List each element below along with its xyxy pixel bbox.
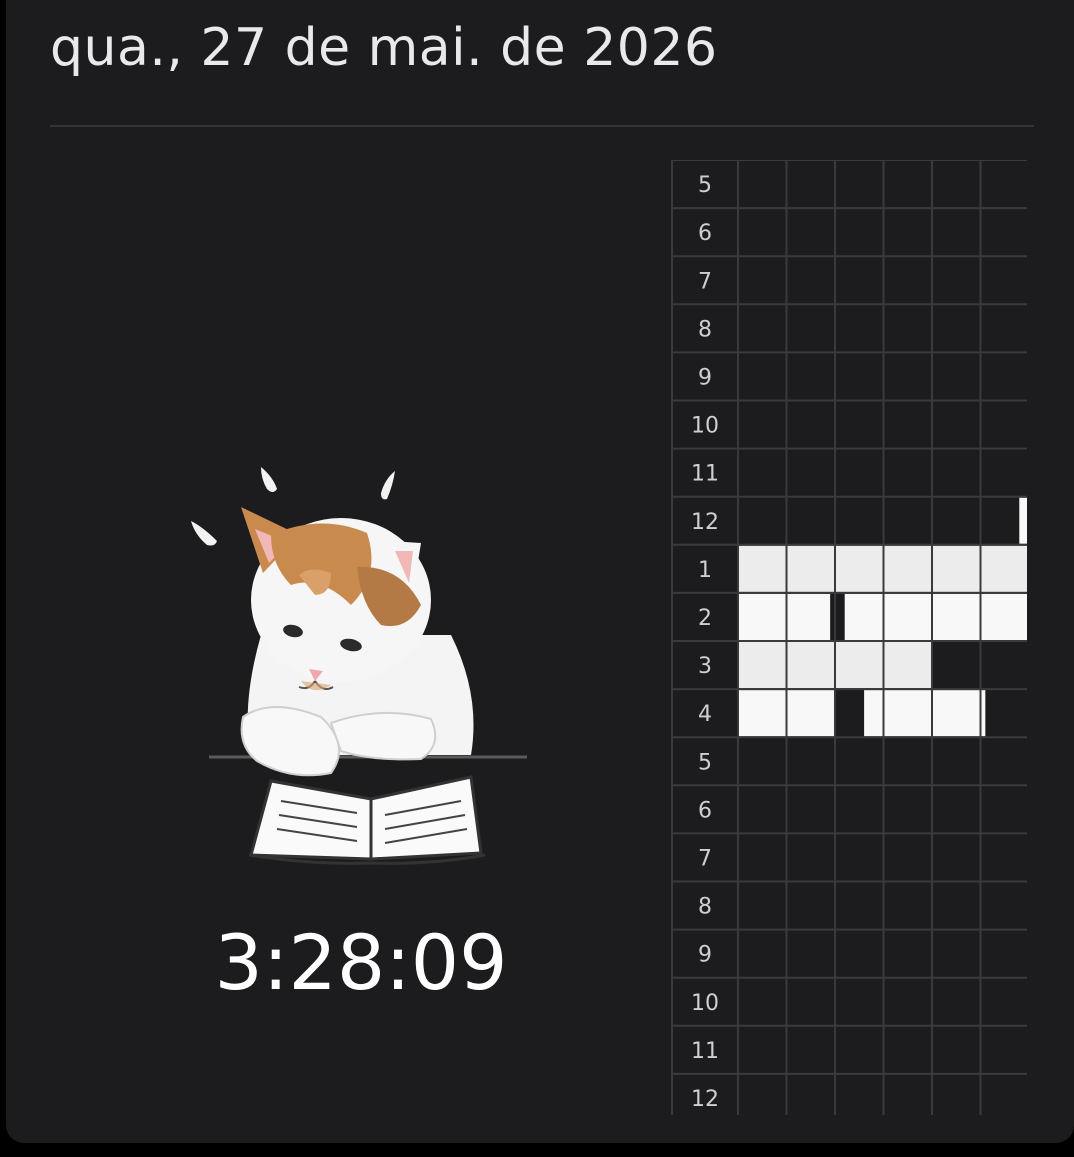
hour-label: 10: [691, 991, 719, 1016]
hour-label: 11: [691, 1039, 719, 1064]
date-title: qua., 27 de mai. de 2026: [50, 18, 718, 78]
hour-label: 9: [698, 365, 712, 390]
hour-label: 8: [698, 317, 712, 342]
elapsed-timer: 3:28:09: [214, 918, 508, 1007]
hour-label: 6: [698, 798, 712, 823]
hour-label: 9: [698, 943, 712, 968]
hour-label: 2: [698, 606, 712, 631]
hour-grid: 5 6 7 8 9 10 11 12 1 2 3 4 5 6 7 8 9 10 11 12: [670, 160, 1027, 1115]
hour-label: 7: [698, 846, 712, 871]
hour-label: 3: [698, 654, 712, 679]
active-block: [864, 690, 986, 737]
cat-reading-book-icon: [181, 455, 531, 870]
hour-label: 12: [691, 510, 719, 535]
hour-grid-svg: 56789101112123456789101112: [671, 160, 1027, 1115]
active-block: [1019, 497, 1027, 544]
hour-label: 6: [698, 221, 712, 246]
hour-label: 12: [691, 1087, 719, 1112]
hour-label: 1: [698, 558, 712, 583]
hour-label: 5: [698, 750, 712, 775]
hour-label: 10: [691, 414, 719, 439]
active-block: [738, 593, 831, 640]
hour-label: 8: [698, 895, 712, 920]
active-block: [844, 593, 1027, 640]
header-divider: [50, 125, 1034, 127]
hour-label: 11: [691, 462, 719, 487]
hour-label: 5: [698, 173, 712, 198]
hour-label: 4: [698, 702, 712, 727]
hour-label: 7: [698, 269, 712, 294]
